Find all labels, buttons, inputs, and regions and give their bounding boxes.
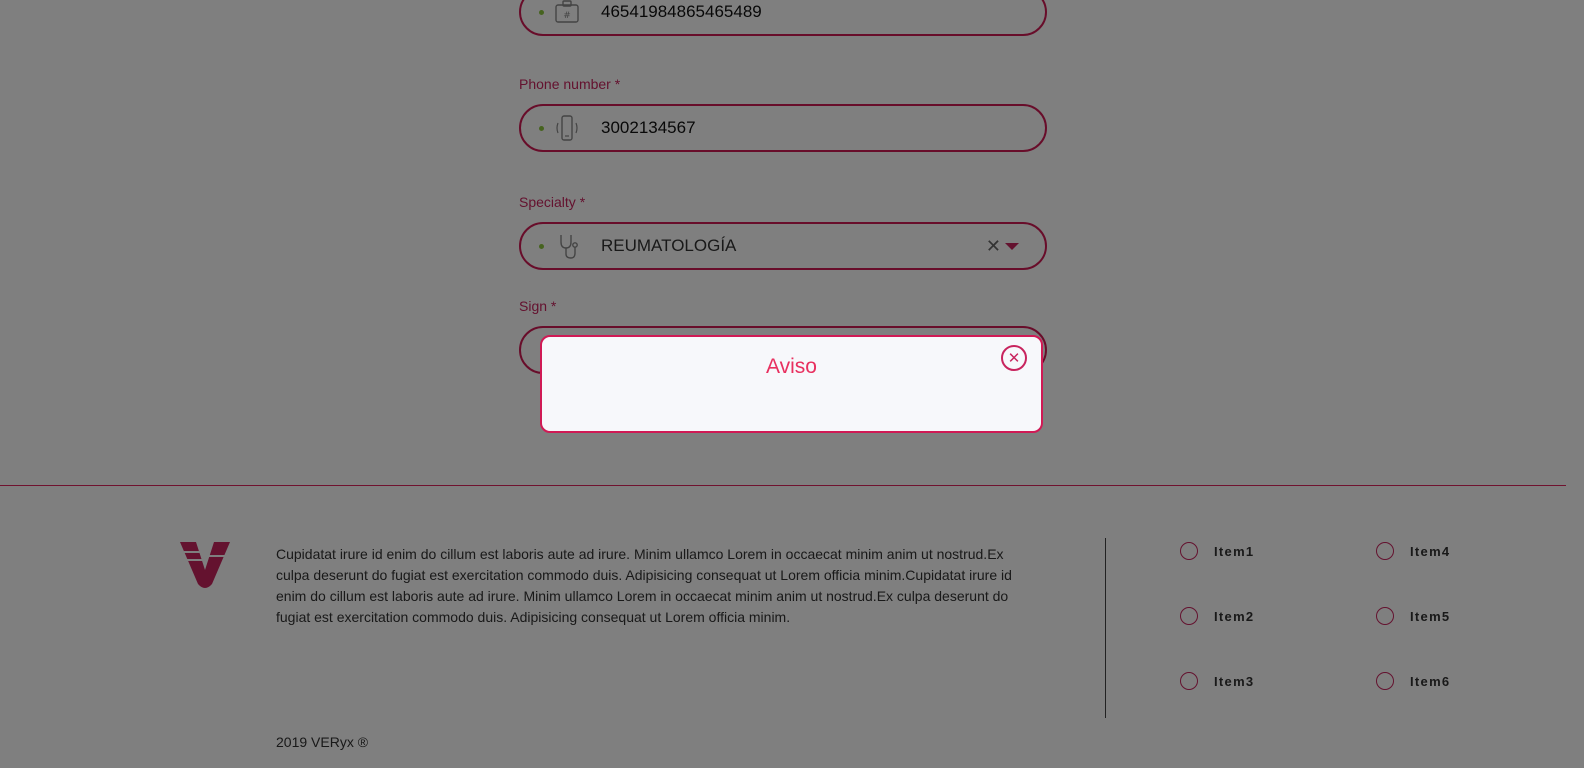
notice-modal: Aviso ✕ [540,335,1043,433]
modal-title: Aviso [766,355,817,378]
close-icon[interactable]: ✕ [1001,345,1027,371]
page: # 46541984865465489 Phone number * 30021… [0,0,1584,768]
